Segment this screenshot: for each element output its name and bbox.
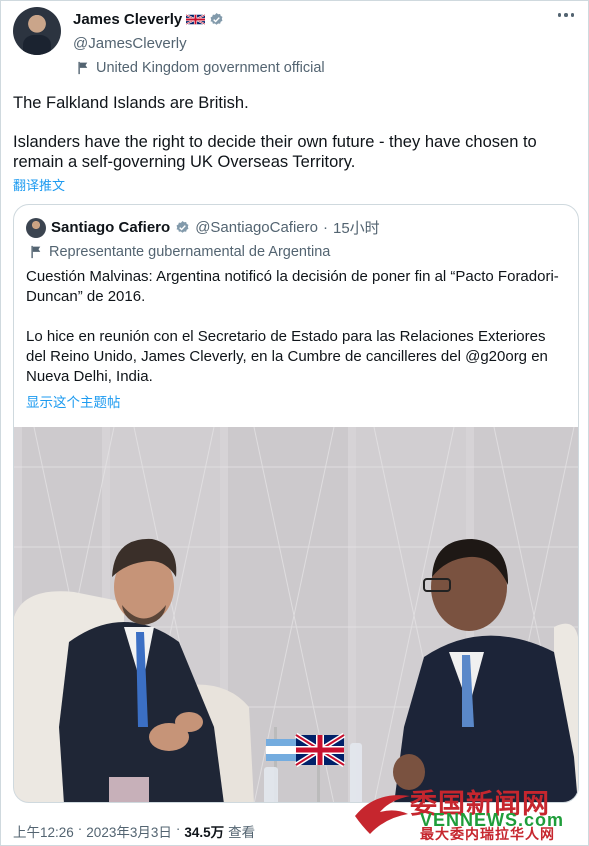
- site-watermark: 委国新闻网 VENNEWS.com 最大委内瑞拉华人网: [350, 782, 586, 842]
- views-label: 查看: [228, 825, 256, 840]
- views-count: 34.5万: [184, 825, 225, 840]
- quoted-author-avatar: [26, 217, 46, 238]
- uk-flag-emoji: [186, 13, 206, 25]
- tweet-card: James Cleverly @JamesCleverly United Kin…: [0, 0, 589, 846]
- government-flag-icon: [31, 245, 41, 259]
- government-label[interactable]: United Kingdom government official: [77, 60, 325, 76]
- tweet-time[interactable]: 上午12:26: [13, 821, 74, 841]
- quoted-time: 15小时: [333, 220, 380, 237]
- quoted-government-label: Representante gubernamental de Argentina: [30, 244, 330, 260]
- quoted-government-label-text: Representante gubernamental de Argentina: [49, 244, 331, 260]
- watermark-slogan: 最大委内瑞拉华人网: [420, 826, 555, 842]
- quoted-separator: ·: [323, 219, 328, 236]
- author-handle[interactable]: @JamesCleverly: [73, 35, 325, 53]
- government-flag-icon: [78, 61, 88, 75]
- quoted-author-row: Santiago Cafiero @SantiagoCafiero · 15小时: [26, 217, 380, 238]
- verified-badge-icon: [176, 220, 189, 233]
- quoted-author-name: Santiago Cafiero: [51, 219, 171, 236]
- tweet-meta: 上午12:26 · 2023年3月3日 · 34.5万 查看: [13, 821, 255, 841]
- quoted-text: Cuestión Malvinas: Argentina notificó la…: [26, 267, 566, 387]
- quoted-photo[interactable]: [14, 427, 578, 802]
- tweet-text: The Falkland Islands are British. Island…: [13, 93, 578, 172]
- quoted-author-handle: @SantiagoCafiero: [195, 219, 318, 236]
- tweet-text-line2: Islanders have the right to decide their…: [13, 133, 537, 171]
- quoted-tweet[interactable]: Santiago Cafiero @SantiagoCafiero · 15小时…: [13, 204, 579, 803]
- author-avatar[interactable]: [13, 7, 61, 55]
- meta-separator: ·: [77, 821, 83, 836]
- quoted-text-para1: Cuestión Malvinas: Argentina notificó la…: [26, 268, 559, 305]
- tweet-text-line1: The Falkland Islands are British.: [13, 94, 249, 112]
- meta-separator: ·: [175, 821, 181, 836]
- tweet-date[interactable]: 2023年3月3日: [86, 821, 172, 841]
- meeting-photo-illustration: [14, 427, 578, 802]
- author-block: James Cleverly @JamesCleverly United Kin…: [73, 9, 325, 77]
- more-options-icon[interactable]: [557, 13, 574, 17]
- author-name-row: James Cleverly: [73, 9, 325, 29]
- verified-badge-icon: [210, 12, 223, 25]
- translate-tweet-link[interactable]: 翻译推文: [13, 175, 65, 194]
- author-name[interactable]: James Cleverly: [73, 11, 182, 28]
- show-thread-link[interactable]: 显示这个主题帖: [26, 391, 121, 411]
- quoted-text-para2: Lo hice en reunión con el Secretario de …: [26, 328, 548, 385]
- government-label-text: United Kingdom government official: [96, 60, 325, 76]
